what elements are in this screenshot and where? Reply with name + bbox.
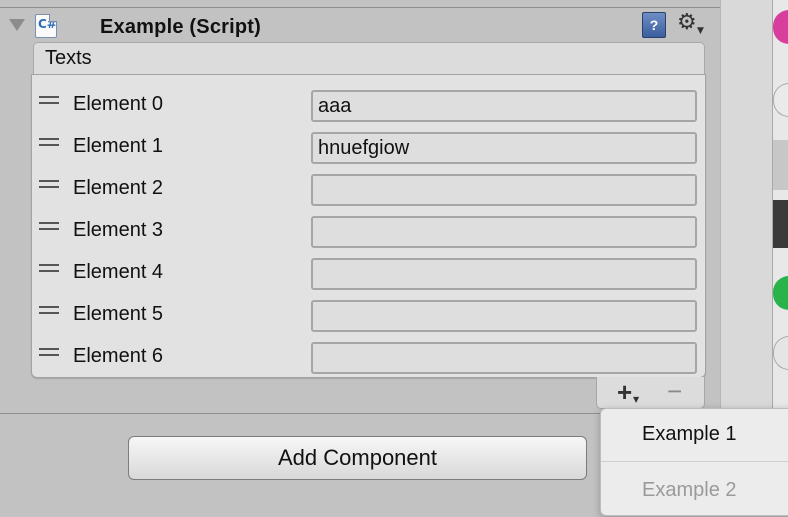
element-text-field[interactable] xyxy=(311,342,697,374)
remove-element-button[interactable]: − xyxy=(667,378,682,404)
list-item: Element 1 xyxy=(32,122,705,164)
list-item: Element 0 xyxy=(32,80,705,122)
menu-separator xyxy=(601,461,788,462)
add-element-button[interactable]: + xyxy=(617,379,632,405)
menu-item-example-1[interactable]: Example 1 xyxy=(601,409,788,461)
component-title: Example (Script) xyxy=(100,16,262,38)
green-indicator-icon xyxy=(773,276,788,310)
add-component-button[interactable]: Add Component xyxy=(128,436,587,480)
element-text-field[interactable] xyxy=(311,90,697,122)
element-label: Element 4 xyxy=(73,261,164,283)
element-label: Element 5 xyxy=(73,303,164,325)
add-dropdown-caret-icon: ▼ xyxy=(633,395,640,404)
script-icon: C# xyxy=(35,14,57,38)
list-item: Element 3 xyxy=(32,206,705,248)
list-item: Element 4 xyxy=(32,248,705,290)
element-text-field[interactable] xyxy=(311,258,697,290)
menu-item-example-2[interactable]: Example 2 xyxy=(601,465,788,517)
element-label: Element 6 xyxy=(73,345,164,367)
list-header-label: Texts xyxy=(45,47,92,69)
drag-handle-icon[interactable] xyxy=(39,138,59,146)
gray-indicator-icon xyxy=(773,83,788,117)
drag-handle-icon[interactable] xyxy=(39,180,59,188)
reorderable-list: Element 0 Element 1 Element 2 Element 3 … xyxy=(31,74,706,378)
thumbnail-icon xyxy=(773,140,788,190)
drag-handle-icon[interactable] xyxy=(39,222,59,230)
white-indicator-icon xyxy=(773,336,788,370)
drag-handle-icon[interactable] xyxy=(39,264,59,272)
element-label: Element 2 xyxy=(73,177,164,199)
element-label: Element 1 xyxy=(73,135,164,157)
list-item: Element 6 xyxy=(32,332,705,374)
element-label: Element 3 xyxy=(73,219,164,241)
list-footer: + ▼ − xyxy=(596,377,705,409)
element-text-field[interactable] xyxy=(311,174,697,206)
drag-handle-icon[interactable] xyxy=(39,348,59,356)
list-item: Element 5 xyxy=(32,290,705,332)
element-label: Element 0 xyxy=(73,93,164,115)
list-item: Element 2 xyxy=(32,164,705,206)
drag-handle-icon[interactable] xyxy=(39,96,59,104)
help-book-icon[interactable]: ? xyxy=(642,12,666,38)
gear-icon[interactable]: ⚙ xyxy=(677,10,697,35)
script-icon-corner xyxy=(49,14,57,22)
element-text-field[interactable] xyxy=(311,300,697,332)
element-text-field[interactable] xyxy=(311,132,697,164)
list-header: Texts xyxy=(33,42,705,74)
drag-handle-icon[interactable] xyxy=(39,306,59,314)
magenta-indicator-icon xyxy=(773,10,788,44)
element-text-field[interactable] xyxy=(311,216,697,248)
dark-thumbnail-icon xyxy=(773,200,788,248)
add-element-dropdown-menu: Example 1 Example 2 xyxy=(600,408,788,516)
foldout-arrow-icon[interactable] xyxy=(9,19,25,31)
gear-dropdown-caret-icon: ▼ xyxy=(697,26,704,36)
